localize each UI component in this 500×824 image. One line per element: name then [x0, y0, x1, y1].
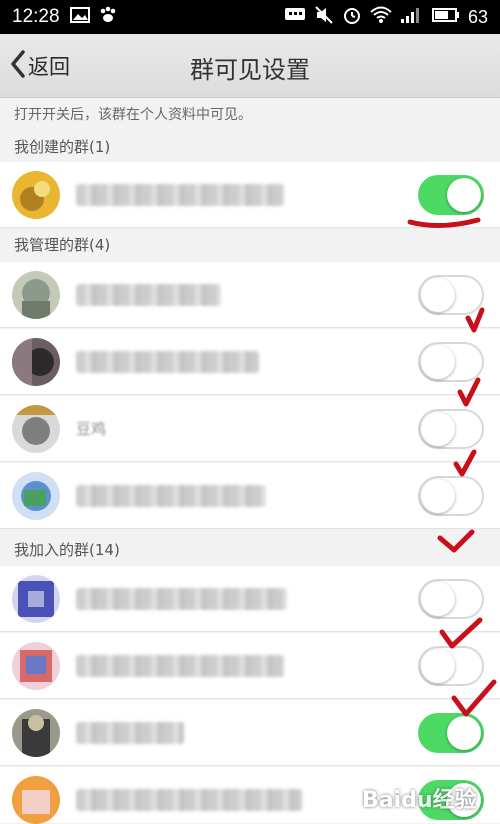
battery-icon [431, 7, 460, 27]
group-name-blurred [76, 284, 221, 306]
watermark: Baidu经验 [362, 788, 477, 813]
visibility-toggle[interactable] [418, 713, 484, 753]
group-avatar [12, 575, 60, 623]
group-avatar [12, 642, 60, 690]
navigation-bar: 返回 群可见设置 [0, 34, 500, 98]
visibility-toggle[interactable] [418, 646, 484, 686]
mute-icon [314, 5, 334, 29]
group-row [0, 633, 500, 699]
group-row: 豆鸡 [0, 396, 500, 462]
visibility-toggle[interactable] [418, 476, 484, 516]
group-name-blurred [76, 485, 266, 507]
group-row [0, 700, 500, 766]
hint-text: 打开开关后，该群在个人资料中可见。 [14, 107, 252, 123]
visibility-toggle[interactable] [418, 275, 484, 315]
group-name-blurred [76, 789, 302, 811]
section-header-created: 我创建的群(1) [0, 132, 500, 162]
status-time: 12:28 [12, 6, 60, 27]
page-title: 群可见设置 [190, 56, 310, 84]
section-header-managed: 我管理的群(4) [0, 230, 500, 260]
alarm-icon [342, 5, 362, 29]
battery-level: 63 [467, 6, 488, 27]
group-name-blurred [76, 351, 259, 373]
group-row [0, 262, 500, 328]
section-header-joined: 我加入的群(14) [0, 535, 500, 565]
status-bar: 12:28 63 [0, 0, 500, 34]
group-avatar [12, 405, 60, 453]
group-name-blurred [76, 184, 284, 206]
group-row [0, 162, 500, 228]
wifi-icon [370, 6, 392, 28]
group-row [0, 463, 500, 529]
visibility-toggle[interactable] [418, 579, 484, 619]
group-name-blurred [76, 588, 287, 610]
visibility-toggle[interactable] [418, 175, 484, 215]
image-icon [69, 7, 90, 27]
group-name-blurred [76, 655, 284, 677]
group-avatar [12, 709, 60, 757]
group-avatar [12, 271, 60, 319]
signal-icon [400, 6, 424, 28]
group-row [0, 566, 500, 632]
visibility-toggle[interactable] [418, 342, 484, 382]
group-avatar [12, 338, 60, 386]
paw-icon [98, 6, 118, 28]
group-avatar [12, 472, 60, 520]
group-row [0, 329, 500, 395]
visibility-toggle[interactable] [418, 409, 484, 449]
group-name: 豆鸡 [76, 420, 107, 438]
message-icon [284, 7, 306, 27]
group-avatar [12, 171, 60, 219]
group-name-blurred [76, 722, 184, 744]
group-avatar [12, 776, 60, 824]
